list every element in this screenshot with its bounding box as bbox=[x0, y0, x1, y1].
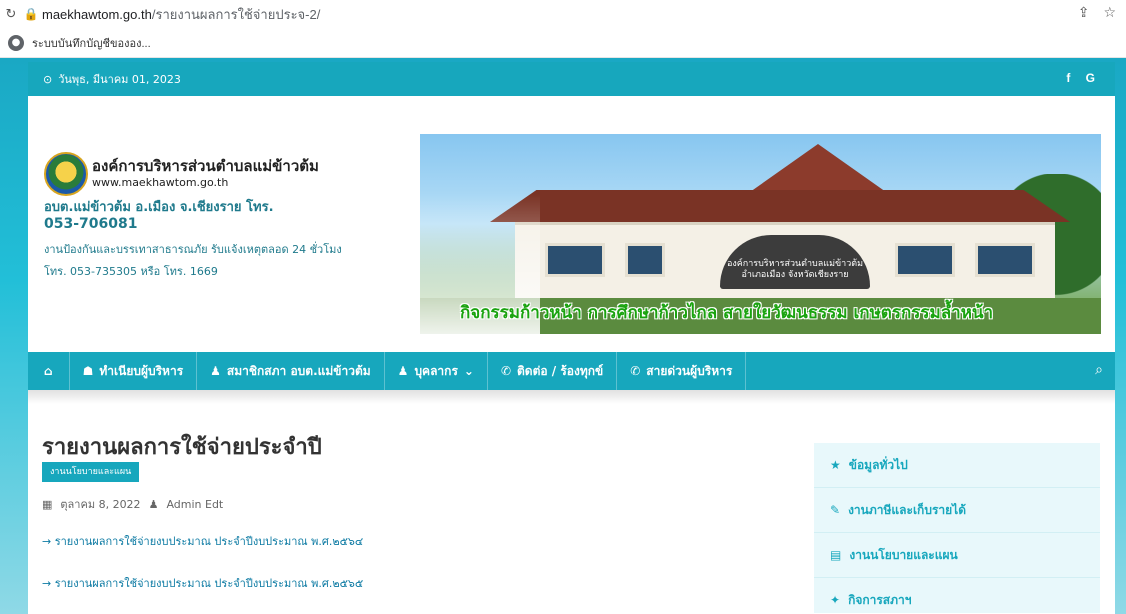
sidebar-label: ข้อมูลทั่วไป bbox=[848, 457, 908, 472]
nav-item-contact[interactable]: ✆ ติดต่อ / ร้องทุกข์ bbox=[488, 352, 618, 390]
nav-shadow bbox=[28, 390, 1115, 404]
clock-icon: ⊙ bbox=[43, 72, 53, 86]
pin-icon: ✦ bbox=[830, 593, 841, 607]
report-link[interactable]: → รายงานผลการใช้จ่ายงบประมาณ ประจำปีงบปร… bbox=[42, 574, 363, 592]
contact-line: อบต.แม่ข้าวต้ม อ.เมือง จ.เชียงราย โทร. bbox=[44, 200, 274, 215]
sidebar-label: งานภาษีและเก็บรายได้ bbox=[848, 502, 966, 517]
roof bbox=[490, 190, 1070, 222]
nav-item-hotline[interactable]: ✆ สายด่วนผู้บริหาร bbox=[617, 352, 747, 390]
window bbox=[545, 243, 605, 277]
post-title: รายงานผลการใช้จ่ายประจำปี bbox=[42, 435, 322, 460]
sign-line-2: อำเภอเมือง จังหวัดเชียงราย bbox=[741, 270, 849, 280]
phone-icon: ✆ bbox=[630, 364, 641, 378]
url-path: /รายงานผลการใช้จ่ายประจ-2/ bbox=[151, 6, 321, 22]
url-field[interactable]: maekhawtom.go.th/รายงานผลการใช้จ่ายประจ-… bbox=[42, 4, 320, 25]
share-icon[interactable]: ⇪ bbox=[1078, 5, 1090, 21]
banner-slogan: กิจกรรมก้าวหน้า การศึกษาก้าวไกล สายใยวัฒ… bbox=[460, 303, 994, 323]
building-sign: องค์การบริหารส่วนตำบลแม่ข้าวต้ม อำเภอเมื… bbox=[720, 235, 870, 289]
users-icon: ♟ bbox=[210, 364, 221, 378]
nav-label: บุคลากร bbox=[414, 363, 458, 378]
phone-icon: ✆ bbox=[500, 364, 512, 378]
edit-icon: ✎ bbox=[830, 503, 841, 517]
sign-line-1: องค์การบริหารส่วนตำบลแม่ข้าวต้ม bbox=[726, 259, 864, 269]
sidebar-menu: ★ ข้อมูลทั่วไป ✎ งานภาษีและเก็บรายได้ ▤ … bbox=[814, 443, 1100, 613]
post-meta: ▦ ตุลาคม 8, 2022 ♟ Admin Edt bbox=[42, 495, 223, 513]
emergency-info: งานป้องกันและบรรเทาสาธารณภัย รับแจ้งเหตุ… bbox=[44, 243, 342, 256]
bookmark-item[interactable]: ระบบบันทึกบัญชีขององ... bbox=[32, 34, 151, 52]
chevron-down-icon: ⌄ bbox=[463, 364, 474, 378]
lock-icon[interactable]: 🔒 bbox=[22, 7, 40, 21]
report-link[interactable]: → รายงานผลการใช้จ่ายงบประมาณ ประจำปีงบปร… bbox=[42, 532, 363, 550]
sidebar-item-general-info[interactable]: ★ ข้อมูลทั่วไป bbox=[814, 443, 1100, 488]
org-chart-icon: ☗ bbox=[82, 364, 94, 378]
emergency-phone: โทร. 053-735305 หรือ โทร. 1669 bbox=[44, 265, 218, 278]
nav-label: สายด่วนผู้บริหาร bbox=[646, 363, 733, 378]
star-icon: ★ bbox=[830, 458, 841, 472]
nav-item-council[interactable]: ♟ สมาชิกสภา อบต.แม่ข้าวต้ม bbox=[197, 352, 385, 390]
post-author[interactable]: Admin Edt bbox=[166, 498, 223, 511]
contact-phone: 053-706081 bbox=[44, 216, 138, 232]
sidebar-item-council-affairs[interactable]: ✦ กิจการสภาฯ bbox=[814, 578, 1100, 614]
bookmark-star-icon[interactable]: ☆ bbox=[1103, 5, 1116, 21]
site-header: องค์การบริหารส่วนตำบลแม่ข้าวต้ม www.maek… bbox=[28, 96, 1115, 352]
bookmarks-bar: ● ระบบบันทึกบัญชีขององ... bbox=[0, 28, 1126, 58]
document-icon: ▤ bbox=[830, 548, 842, 562]
calendar-icon: ▦ bbox=[42, 497, 53, 511]
sidebar-label: กิจการสภาฯ bbox=[848, 592, 912, 607]
org-name[interactable]: องค์การบริหารส่วนตำบลแม่ข้าวต้ม bbox=[92, 154, 319, 178]
roof-gable bbox=[750, 144, 886, 192]
nav-label: สมาชิกสภา อบต.แม่ข้าวต้ม bbox=[226, 363, 371, 378]
top-bar: ⊙ วันพุธ, มีนาคม 01, 2023 f G bbox=[28, 62, 1115, 96]
reload-icon[interactable]: ↻ bbox=[0, 7, 22, 22]
social-links[interactable]: f G bbox=[1066, 71, 1101, 85]
org-logo[interactable] bbox=[44, 152, 88, 196]
user-icon: ♟ bbox=[148, 497, 159, 511]
sidebar-item-planning[interactable]: ▤ งานนโยบายและแผน bbox=[814, 533, 1100, 578]
nav-item-personnel[interactable]: ♟ บุคลากร ⌄ bbox=[385, 352, 488, 390]
site-container: ⊙ วันพุธ, มีนาคม 01, 2023 f G องค์การบริ… bbox=[28, 62, 1115, 614]
current-date: วันพุธ, มีนาคม 01, 2023 bbox=[58, 73, 181, 86]
nav-label: ทำเนียบผู้บริหาร bbox=[99, 363, 184, 378]
org-url: www.maekhawtom.go.th bbox=[92, 176, 229, 189]
home-icon[interactable]: ⌂ bbox=[28, 352, 70, 390]
sidebar-item-tax[interactable]: ✎ งานภาษีและเก็บรายได้ bbox=[814, 488, 1100, 533]
window bbox=[975, 243, 1035, 277]
office-building: องค์การบริหารส่วนตำบลแม่ข้าวต้ม อำเภอเมื… bbox=[515, 222, 1055, 300]
window bbox=[625, 243, 665, 277]
header-banner: องค์การบริหารส่วนตำบลแม่ข้าวต้ม อำเภอเมื… bbox=[420, 134, 1101, 334]
category-badge[interactable]: งานนโยบายและแผน bbox=[42, 462, 140, 482]
post-date[interactable]: ตุลาคม 8, 2022 bbox=[60, 495, 140, 513]
sidebar-label: งานนโยบายและแผน bbox=[849, 547, 958, 562]
main-nav: ⌂ ☗ ทำเนียบผู้บริหาร ♟ สมาชิกสภา อบต.แม่… bbox=[28, 352, 1115, 390]
url-domain: maekhawtom.go.th bbox=[42, 6, 152, 22]
main-content: รายงานผลการใช้จ่ายประจำปี งานนโยบายและแผ… bbox=[28, 404, 1115, 614]
nav-label: ติดต่อ / ร้องทุกข์ bbox=[517, 363, 604, 378]
users-icon: ♟ bbox=[397, 364, 409, 378]
window bbox=[895, 243, 955, 277]
nav-item-executives[interactable]: ☗ ทำเนียบผู้บริหาร bbox=[70, 352, 198, 390]
globe-icon: ● bbox=[8, 34, 24, 51]
browser-address-bar: ↻ 🔒 maekhawtom.go.th/รายงานผลการใช้จ่ายป… bbox=[0, 0, 1126, 28]
search-icon[interactable]: ⌕ bbox=[1095, 362, 1103, 378]
